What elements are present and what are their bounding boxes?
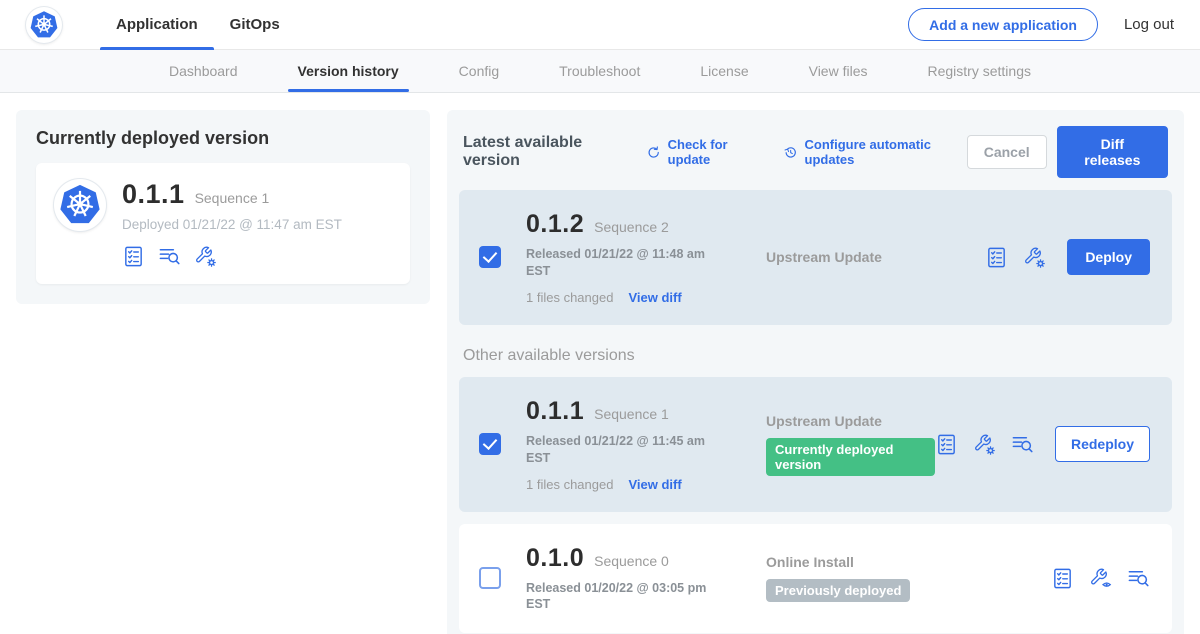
available-versions-panel: Latest available version Check for updat…	[447, 110, 1184, 634]
check-for-update-label: Check for update	[668, 137, 764, 167]
version-row-0-1-1: 0.1.1 Sequence 1 Released 01/21/22 @ 11:…	[459, 377, 1172, 512]
sequence-label: Sequence 1	[594, 406, 669, 422]
tab-config[interactable]: Config	[455, 50, 503, 92]
preflight-checks-icon[interactable]	[1051, 567, 1074, 590]
preflight-checks-icon[interactable]	[935, 433, 958, 456]
version-select-checkbox[interactable]	[479, 433, 501, 455]
tab-view-files[interactable]: View files	[805, 50, 872, 92]
configure-auto-updates-link[interactable]: Configure automatic updates	[783, 137, 967, 167]
tab-troubleshoot[interactable]: Troubleshoot	[555, 50, 644, 92]
deploy-logs-icon[interactable]	[1127, 567, 1150, 590]
tab-version-history[interactable]: Version history	[294, 50, 403, 92]
logout-link[interactable]: Log out	[1124, 16, 1174, 33]
main-content: Currently deployed version 0.1.1 Sequenc…	[0, 93, 1200, 634]
currently-deployed-title: Currently deployed version	[36, 128, 410, 149]
released-timestamp: Released 01/21/22 @ 11:48 am EST	[526, 246, 714, 280]
app-logo-icon	[54, 179, 106, 231]
top-tab-gitops-label: GitOps	[230, 16, 280, 33]
previously-deployed-badge: Previously deployed	[766, 579, 910, 602]
version-select-checkbox[interactable]	[479, 246, 501, 268]
version-number: 0.1.1	[526, 397, 584, 426]
config-edit-icon[interactable]	[973, 433, 996, 456]
deploy-logs-icon[interactable]	[1011, 433, 1034, 456]
view-config-icon[interactable]	[1089, 567, 1112, 590]
tab-registry-settings[interactable]: Registry settings	[924, 50, 1035, 92]
auto-update-clock-icon	[783, 144, 798, 161]
latest-available-title: Latest available version	[463, 134, 626, 170]
currently-deployed-badge: Currently deployed version	[766, 438, 935, 476]
version-source-label: Upstream Update	[766, 249, 985, 265]
config-edit-icon[interactable]	[194, 245, 217, 268]
deployed-timestamp: Deployed 01/21/22 @ 11:47 am EST	[122, 217, 342, 232]
other-versions-title: Other available versions	[463, 347, 1168, 365]
preflight-checks-icon[interactable]	[985, 246, 1008, 269]
deploy-logs-icon[interactable]	[158, 245, 181, 268]
current-sequence-label: Sequence 1	[195, 190, 270, 206]
version-number: 0.1.2	[526, 210, 584, 239]
tab-dashboard[interactable]: Dashboard	[165, 50, 242, 92]
currently-deployed-panel: Currently deployed version 0.1.1 Sequenc…	[16, 110, 430, 304]
check-for-update-link[interactable]: Check for update	[646, 137, 763, 167]
top-nav: Application GitOps Add a new application…	[0, 0, 1200, 50]
currently-deployed-card: 0.1.1 Sequence 1 Deployed 01/21/22 @ 11:…	[36, 163, 410, 284]
version-row-0-1-0: 0.1.0 Sequence 0 Released 01/20/22 @ 03:…	[459, 524, 1172, 634]
top-tab-bar: Application GitOps	[100, 0, 296, 50]
version-select-checkbox[interactable]	[479, 567, 501, 589]
cancel-button[interactable]: Cancel	[967, 135, 1047, 169]
released-timestamp: Released 01/21/22 @ 11:45 am EST	[526, 433, 714, 467]
files-changed-label: 1 files changed	[526, 290, 613, 305]
version-source-label: Upstream Update	[766, 413, 935, 429]
preflight-checks-icon[interactable]	[122, 245, 145, 268]
refresh-icon	[646, 144, 661, 161]
config-edit-icon[interactable]	[1023, 246, 1046, 269]
view-diff-link[interactable]: View diff	[628, 290, 681, 305]
available-versions-header: Latest available version Check for updat…	[459, 122, 1172, 190]
top-tab-application-label: Application	[116, 16, 198, 33]
top-tab-application[interactable]: Application	[100, 0, 214, 50]
configure-auto-updates-label: Configure automatic updates	[805, 137, 967, 167]
view-diff-link[interactable]: View diff	[628, 477, 681, 492]
version-number: 0.1.0	[526, 544, 584, 573]
tab-license[interactable]: License	[696, 50, 752, 92]
add-application-button[interactable]: Add a new application	[908, 8, 1098, 41]
top-tab-gitops[interactable]: GitOps	[214, 0, 296, 50]
current-version-number: 0.1.1	[122, 179, 185, 210]
kubernetes-logo-icon	[26, 7, 62, 43]
app-sub-nav: Dashboard Version history Config Trouble…	[0, 50, 1200, 93]
files-changed-label: 1 files changed	[526, 477, 613, 492]
redeploy-button[interactable]: Redeploy	[1055, 426, 1150, 462]
released-timestamp: Released 01/20/22 @ 03:05 pm EST	[526, 580, 714, 614]
sequence-label: Sequence 0	[594, 553, 669, 569]
version-row-0-1-2: 0.1.2 Sequence 2 Released 01/21/22 @ 11:…	[459, 190, 1172, 325]
deploy-button[interactable]: Deploy	[1067, 239, 1150, 275]
diff-releases-button[interactable]: Diff releases	[1057, 126, 1168, 178]
version-source-label: Online Install	[766, 554, 1051, 570]
sequence-label: Sequence 2	[594, 219, 669, 235]
